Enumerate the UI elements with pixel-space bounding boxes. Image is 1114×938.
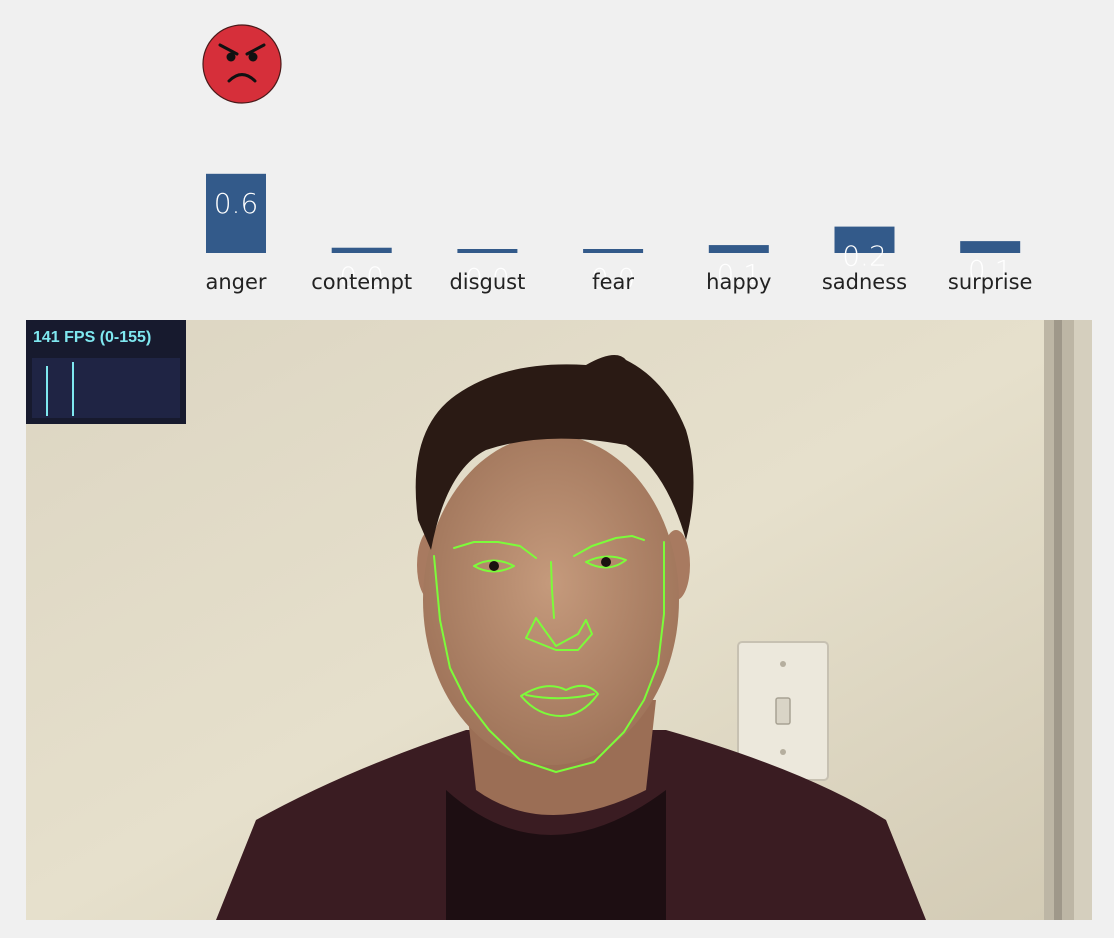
- fps-label: 141 FPS (0-155): [33, 329, 152, 346]
- fps-graph: [32, 358, 180, 418]
- fps-graph-bars: [46, 362, 74, 416]
- angry-face-icon: [202, 24, 282, 104]
- bar-value-sadness: 0.2: [842, 240, 887, 273]
- category-label-fear: fear: [592, 270, 634, 294]
- bar-contempt: [331, 247, 392, 253]
- category-label-contempt: contempt: [311, 270, 412, 294]
- category-label-anger: anger: [205, 270, 266, 294]
- fps-panel: 141 FPS (0-155): [26, 320, 186, 424]
- category-label-disgust: disgust: [449, 270, 525, 294]
- category-label-happy: happy: [706, 270, 771, 294]
- bar-value-anger: 0.6: [214, 187, 259, 220]
- emotion-bar-chart: 0.6anger 0.0contempt 0.0disgust 0.0fear 0.1h…: [205, 173, 1033, 295]
- category-label-sadness: sadness: [822, 270, 907, 294]
- bar-surprise: [960, 241, 1021, 253]
- category-label-surprise: surprise: [948, 270, 1033, 294]
- emotion-detector-page: 0.6 anger 0.0 contempt 0.0 disgust 0.0 fear 0.1 h…: [0, 0, 1114, 938]
- bar-disgust: [457, 249, 518, 253]
- bar-fear: [583, 249, 644, 253]
- bar-happy: [708, 245, 769, 253]
